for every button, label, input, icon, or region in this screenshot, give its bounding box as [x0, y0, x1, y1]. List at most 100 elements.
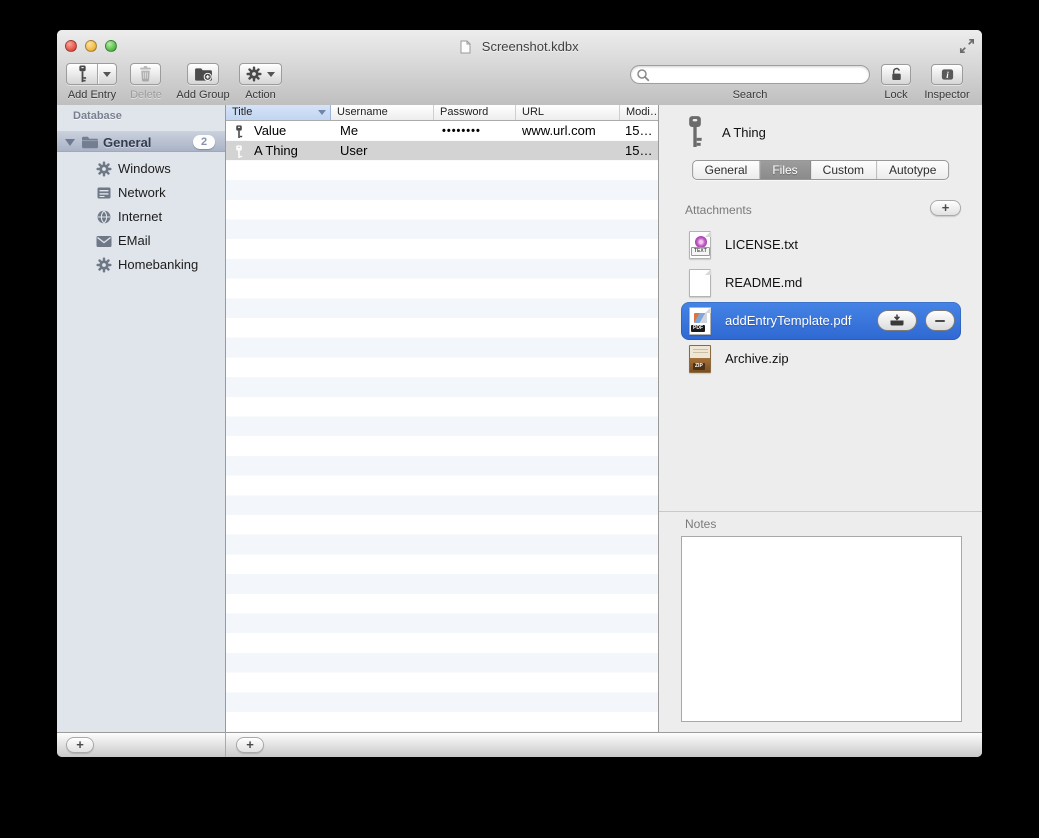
inspector-label: Inspector: [917, 89, 977, 101]
table-row[interactable]: Value Me •••••••• www.url.com 15…: [226, 121, 658, 141]
minus-icon: [935, 320, 945, 322]
notes-divider: [659, 511, 982, 512]
tab-custom[interactable]: Custom: [811, 161, 877, 179]
column-header-title[interactable]: Title: [226, 105, 331, 120]
attachment-name: README.md: [725, 275, 802, 290]
sidebar-item-windows[interactable]: Windows: [57, 157, 225, 181]
table-row-selected[interactable]: A Thing User 15…: [226, 141, 658, 161]
zip-file-icon: ZIP: [689, 345, 711, 373]
entry-url: www.url.com: [516, 123, 620, 138]
attachment-row[interactable]: TEXT LICENSE.txt: [681, 226, 961, 264]
titlebar-toolbar: Screenshot.kdbx Add Entry Delete A: [57, 30, 982, 106]
sidebar-item-label: EMail: [118, 233, 151, 248]
attachments-section-label: Attachments: [685, 203, 752, 217]
search-field[interactable]: [630, 65, 870, 84]
txt-file-icon: TEXT: [689, 231, 711, 259]
fullscreen-icon[interactable]: [958, 37, 976, 55]
folder-plus-icon: [194, 67, 213, 82]
notes-textarea[interactable]: [681, 536, 962, 722]
inspector-tab-bar: General Files Custom Autotype: [692, 160, 950, 180]
sidebar-item-label: Internet: [118, 209, 162, 224]
folder-icon: [81, 135, 99, 149]
sidebar-item-general[interactable]: General 2: [57, 131, 225, 152]
chevron-down-icon: [103, 72, 111, 77]
attachment-row[interactable]: README.md: [681, 264, 961, 302]
disclosure-triangle-icon[interactable]: [65, 139, 75, 146]
document-proxy-icon[interactable]: [460, 40, 471, 54]
window-title-group: Screenshot.kdbx: [57, 38, 982, 54]
pdf-file-icon: PDF: [689, 307, 711, 335]
sidebar-item-label: Windows: [118, 161, 171, 176]
add-attachment-button[interactable]: +: [930, 200, 961, 216]
tab-general[interactable]: General: [693, 161, 761, 179]
add-group-button[interactable]: [187, 63, 219, 85]
database-section-header: Database: [73, 110, 122, 122]
add-entry-label: Add Entry: [59, 89, 125, 101]
add-entry-dropdown[interactable]: [98, 64, 116, 84]
remove-attachment-button[interactable]: [925, 310, 955, 331]
action-label: Action: [238, 89, 283, 101]
entry-password-masked: ••••••••: [434, 125, 516, 137]
sidebar-group-label: General: [103, 135, 151, 150]
sort-descending-icon: [318, 110, 326, 115]
entry-modified: 15…: [620, 123, 658, 138]
entry-table-body: Value Me •••••••• www.url.com 15… A Thin…: [226, 121, 658, 732]
entry-count-badge: 2: [193, 135, 215, 149]
entry-username: User: [331, 143, 434, 158]
attachment-name: Archive.zip: [725, 351, 789, 366]
key-icon: [234, 125, 244, 138]
bottom-bar-divider: [225, 733, 226, 757]
column-header-password[interactable]: Password: [434, 105, 516, 120]
key-icon: [685, 115, 705, 149]
attachment-row[interactable]: ZIP Archive.zip: [681, 340, 961, 378]
add-group-label: Add Group: [173, 89, 233, 101]
app-window: Screenshot.kdbx Add Entry Delete A: [57, 30, 982, 757]
add-group-footer-button[interactable]: +: [66, 737, 94, 753]
gear-icon: [246, 66, 262, 82]
column-header-modified[interactable]: Modi…: [620, 105, 658, 120]
inspector-panel: A Thing General Files Custom Autotype At…: [659, 105, 982, 732]
entry-modified: 15…: [620, 143, 658, 158]
attachment-row-selected[interactable]: PDF addEntryTemplate.pdf: [681, 302, 961, 340]
sidebar-item-homebanking[interactable]: Homebanking: [57, 253, 225, 277]
search-label: Search: [720, 89, 780, 101]
column-header-username[interactable]: Username: [331, 105, 434, 120]
inspector-entry-title: A Thing: [722, 125, 766, 140]
save-attachment-button[interactable]: [877, 310, 917, 331]
sidebar-item-email[interactable]: EMail: [57, 229, 225, 253]
lock-button[interactable]: [881, 64, 911, 85]
md-file-icon: [689, 269, 711, 297]
entry-title: A Thing: [254, 143, 298, 158]
key-icon: [234, 145, 244, 158]
sidebar-item-label: Homebanking: [118, 257, 198, 272]
sidebar-item-internet[interactable]: Internet: [57, 205, 225, 229]
trash-icon: [139, 66, 152, 82]
add-entry-button[interactable]: [66, 63, 117, 85]
gear-icon: [96, 257, 112, 273]
chevron-down-icon: [267, 72, 275, 77]
open-padlock-icon: [889, 67, 904, 82]
notes-section-label: Notes: [685, 517, 716, 531]
table-header-row: Title Username Password URL Modi…: [226, 105, 658, 121]
delete-label: Delete: [125, 89, 167, 101]
tab-files[interactable]: Files: [760, 161, 810, 179]
search-input[interactable]: [653, 67, 867, 84]
server-icon: [96, 185, 112, 201]
tab-autotype[interactable]: Autotype: [877, 161, 948, 179]
inspector-button[interactable]: i: [931, 64, 963, 85]
column-header-url[interactable]: URL: [516, 105, 620, 120]
group-sidebar: Database General 2 Windows Network Inter…: [57, 105, 225, 732]
key-icon: [67, 64, 97, 84]
delete-button[interactable]: [130, 63, 161, 85]
lock-label: Lock: [869, 89, 923, 101]
attachment-name: LICENSE.txt: [725, 237, 798, 252]
sidebar-item-network[interactable]: Network: [57, 181, 225, 205]
add-entry-footer-button[interactable]: +: [236, 737, 264, 753]
action-button[interactable]: [239, 63, 282, 85]
attachment-name: addEntryTemplate.pdf: [725, 313, 851, 328]
gear-icon: [96, 161, 112, 177]
globe-icon: [96, 209, 112, 225]
info-icon: i: [940, 67, 955, 82]
download-tray-icon: [889, 314, 905, 327]
entry-title: Value: [254, 123, 286, 138]
